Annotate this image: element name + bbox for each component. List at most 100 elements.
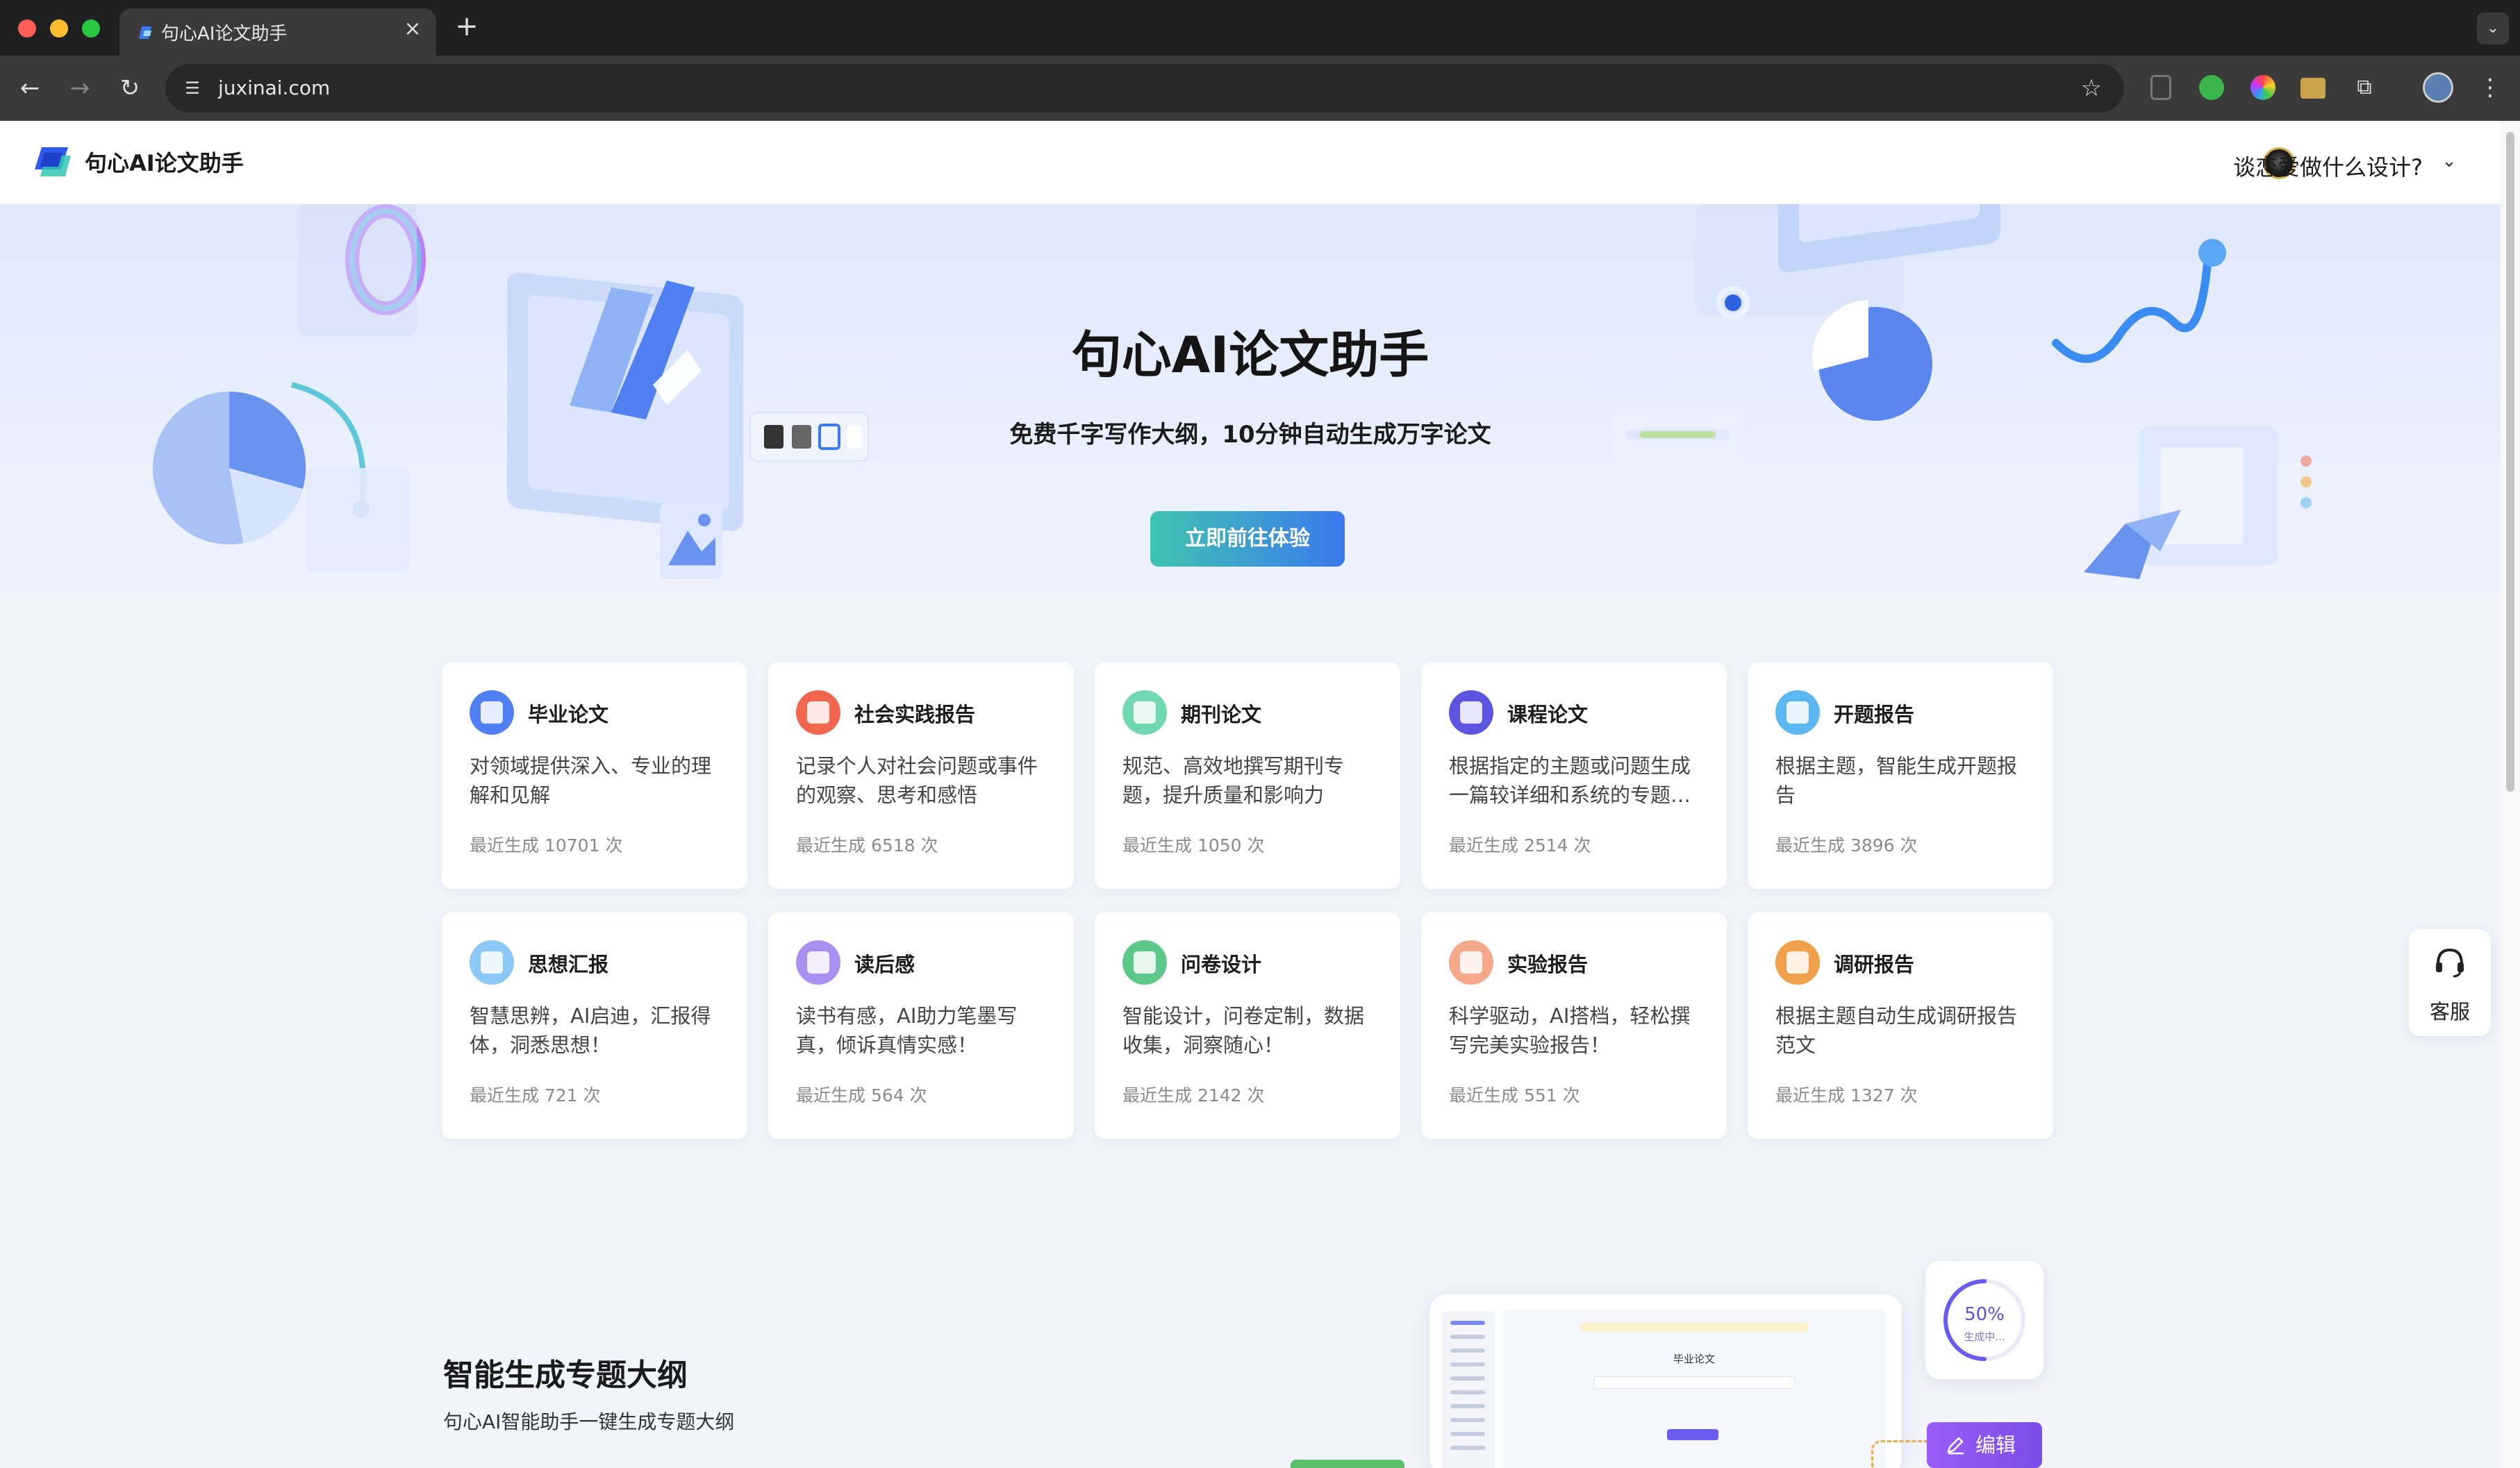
app-preview-image: 毕业论文	[1429, 1294, 1902, 1468]
calendar-icon	[796, 690, 840, 735]
card-social-practice-report[interactable]: 社会实践报告 记录个人对社会问题或事件的观察、思考和感悟 最近生成 6518 次	[768, 662, 1074, 889]
card-description: 科学驱动，AI搭档，轻松撰写完美实验报告！	[1449, 1004, 1691, 1057]
edit-button[interactable]: 编辑	[1927, 1422, 2042, 1468]
card-course-paper[interactable]: 课程论文 根据指定的主题或问题生成一篇较详细和系统的专题… 最近生成 2514 …	[1421, 662, 1727, 889]
reload-button[interactable]: ↻	[113, 71, 147, 106]
tab-title: 句心AI论文助手	[161, 24, 288, 44]
tab-search-button[interactable]: ⌄	[2477, 12, 2509, 44]
card-count: 最近生成 2142 次	[1122, 1085, 1265, 1106]
chevron-down-icon[interactable]: ⌄	[2437, 149, 2462, 174]
bookmark-star-icon[interactable]: ☆	[2075, 72, 2107, 104]
hero-title: 句心AI论文助手	[1071, 326, 1429, 384]
course-doc-icon	[1449, 690, 1493, 735]
card-description: 智能设计，问卷定制，数据收集，洞察随心！	[1122, 1004, 1365, 1057]
card-count: 最近生成 2514 次	[1449, 835, 1591, 856]
chrome-menu-icon[interactable]: ⋮	[2478, 72, 2502, 103]
feature-description: 句心AI智能助手一键生成专题大纲	[443, 1410, 735, 1433]
card-description: 根据指定的主题或问题生成一篇较详细和系统的专题…	[1449, 754, 1691, 807]
page-scrollbar[interactable]	[2501, 121, 2520, 1468]
card-lab-report[interactable]: 实验报告 科学驱动，AI搭档，轻松撰写完美实验报告！ 最近生成 551 次	[1421, 912, 1727, 1139]
extension-color-ring-icon[interactable]	[2250, 75, 2276, 100]
card-count: 最近生成 1050 次	[1122, 835, 1265, 856]
reading-icon	[796, 940, 840, 985]
back-button[interactable]: ←	[13, 71, 47, 106]
card-title: 毕业论文	[528, 703, 609, 726]
card-title: 期刊论文	[1181, 703, 1262, 726]
forward-button[interactable]: →	[63, 71, 97, 106]
browser-chrome: 句心AI论文助手 × + ⌄ ← → ↻ ☰ juxinai.com ☆ ⧉ ⋮	[0, 0, 2520, 121]
user-name[interactable]: 谈恋爱做什么设计?	[2233, 150, 2423, 182]
favicon-icon	[139, 26, 151, 39]
page-viewport: 句心AI论文助手 谈恋爱做什么设计? ⌄ 句心AI论文助手 免费千字写作大纲，1…	[0, 121, 2501, 1468]
card-description: 根据主题，智能生成开题报告	[1775, 754, 2018, 807]
preview-sidebar	[1442, 1311, 1495, 1468]
preview-button	[1667, 1429, 1718, 1440]
hero-subtitle: 免费千字写作大纲，10分钟自动生成万字论文	[1009, 421, 1491, 449]
close-window-button[interactable]	[18, 19, 36, 37]
card-title: 课程论文	[1507, 703, 1589, 726]
card-count: 最近生成 3896 次	[1775, 835, 1918, 856]
card-description: 智慧思辨，AI启迪，汇报得体，洞悉思想！	[470, 1004, 711, 1057]
preview-heading: 毕业论文	[1673, 1353, 1715, 1365]
card-questionnaire-design[interactable]: 问卷设计 智能设计，问卷定制，数据收集，洞察随心！ 最近生成 2142 次	[1095, 912, 1400, 1139]
card-research-report[interactable]: 调研报告 根据主题自动生成调研报告范文 最近生成 1327 次	[1748, 912, 2053, 1139]
card-title: 开题报告	[1834, 703, 1915, 726]
extension-image-icon[interactable]	[2301, 78, 2326, 99]
connector-line	[1871, 1440, 1927, 1468]
document-icon	[470, 690, 514, 735]
report-icon	[470, 940, 514, 985]
try-now-button[interactable]: 立即前往体验	[1150, 511, 1345, 567]
tab-close-icon[interactable]: ×	[400, 17, 425, 42]
location-icon	[1775, 940, 1820, 985]
card-count: 最近生成 6518 次	[796, 835, 938, 856]
card-count: 最近生成 551 次	[1449, 1085, 1580, 1106]
card-book-review[interactable]: 读后感 读书有感，AI助力笔墨写真，倾诉真情实感！ 最近生成 564 次	[768, 912, 1074, 1139]
card-description: 记录个人对社会问题或事件的观察、思考和感悟	[796, 754, 1038, 807]
maximize-window-button[interactable]	[82, 19, 100, 37]
logo-icon[interactable]	[32, 146, 71, 178]
scrollbar-thumb[interactable]	[2506, 132, 2514, 792]
journal-icon	[1122, 690, 1167, 735]
card-title: 问卷设计	[1181, 953, 1262, 976]
url-text[interactable]: juxinai.com	[218, 76, 330, 99]
card-title: 思想汇报	[528, 953, 609, 976]
pencil-icon	[1947, 1437, 1964, 1455]
site-info-icon[interactable]: ☰	[178, 74, 207, 103]
minimize-window-button[interactable]	[50, 19, 68, 37]
card-journal-paper[interactable]: 期刊论文 规范、高效地撰写期刊专题，提升质量和影响力 最近生成 1050 次	[1095, 662, 1400, 889]
card-thought-report[interactable]: 思想汇报 智慧思辨，AI启迪，汇报得体，洞悉思想！ 最近生成 721 次	[442, 912, 747, 1139]
extension-green-icon[interactable]	[2199, 75, 2224, 100]
card-count: 最近生成 10701 次	[470, 835, 623, 856]
edit-label: 编辑	[1975, 1433, 2016, 1457]
card-description: 规范、高效地撰写期刊专题，提升质量和影响力	[1122, 754, 1345, 807]
card-title: 调研报告	[1834, 953, 1915, 976]
feature-title: 智能生成专题大纲	[443, 1358, 688, 1393]
card-count: 最近生成 1327 次	[1775, 1085, 1918, 1106]
card-description: 读书有感，AI助力笔墨写真，倾诉真情实感！	[796, 1004, 1018, 1057]
user-menu[interactable]: 谈恋爱做什么设计? ⌄	[2170, 143, 2462, 182]
site-header: 句心AI论文助手 谈恋爱做什么设计? ⌄	[0, 121, 2501, 204]
card-title: 实验报告	[1507, 953, 1589, 976]
card-count: 最近生成 564 次	[796, 1085, 927, 1106]
browser-tab[interactable]: 句心AI论文助手 ×	[119, 8, 436, 56]
address-bar[interactable]: ☰ juxinai.com ☆	[165, 64, 2124, 112]
progress-value: 50%	[1964, 1304, 2005, 1325]
extensions-puzzle-icon[interactable]: ⧉	[2351, 74, 2378, 101]
card-title: 社会实践报告	[854, 703, 976, 726]
card-title: 读后感	[854, 953, 915, 976]
extension-clipboard-icon[interactable]	[2150, 75, 2171, 100]
browser-toolbar: ← → ↻ ☰ juxinai.com ☆	[0, 56, 2520, 121]
progress-label: 生成中...	[1964, 1331, 2005, 1343]
customer-service-button[interactable]: 客服	[2409, 929, 2491, 1036]
card-description: 对领域提供深入、专业的理解和见解	[470, 754, 712, 807]
preview-notice-bar	[1580, 1322, 1809, 1332]
card-graduation-thesis[interactable]: 毕业论文 对领域提供深入、专业的理解和见解 最近生成 10701 次	[442, 662, 747, 889]
new-tab-button[interactable]: +	[451, 11, 482, 42]
customer-service-label: 客服	[2429, 1000, 2470, 1024]
preview-main: 毕业论文	[1503, 1310, 1885, 1468]
site-logo-text[interactable]: 句心AI论文助手	[85, 146, 244, 178]
profile-avatar[interactable]	[2423, 72, 2453, 103]
green-tag-decoration	[1291, 1460, 1404, 1468]
preview-input	[1593, 1376, 1795, 1389]
card-proposal-report[interactable]: 开题报告 根据主题，智能生成开题报告 最近生成 3896 次	[1748, 662, 2053, 889]
